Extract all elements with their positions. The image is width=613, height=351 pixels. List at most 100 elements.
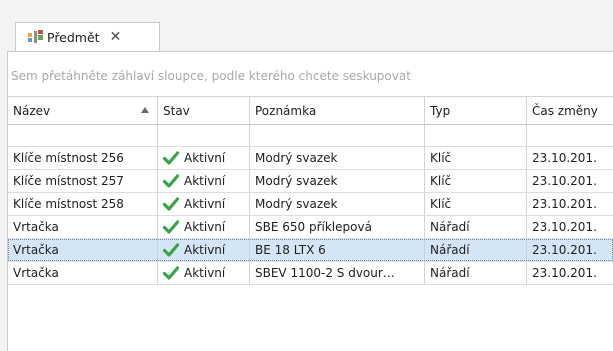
cell-name: Klíče místnost 258 (8, 193, 158, 215)
filter-cell-time[interactable] (527, 125, 613, 146)
cell-name: Vrtačka (8, 239, 158, 261)
column-header-type[interactable]: Typ (425, 97, 527, 124)
cell-type: Nářadí (425, 239, 527, 261)
cell-note: BE 18 LTX 6 (250, 239, 425, 261)
cell-state-text: Aktivní (184, 220, 226, 234)
cell-state: Aktivní (158, 147, 250, 169)
cell-type: Klíč (425, 170, 527, 192)
cell-name-text: Klíče místnost 257 (13, 174, 124, 188)
cell-state-text: Aktivní (184, 243, 226, 257)
column-header-type-label: Typ (430, 103, 451, 118)
table-row[interactable]: Klíče místnost 256 Aktivní Modrý svazek Klí… (8, 147, 613, 170)
cell-type-text: Nářadí (430, 220, 470, 234)
cell-name-text: Klíče místnost 256 (13, 151, 124, 165)
cell-state: Aktivní (158, 216, 250, 238)
cell-note: Modrý svazek (250, 170, 425, 192)
filter-cell-name[interactable] (8, 125, 158, 146)
checkmark-icon (162, 266, 180, 280)
cell-note: SBEV 1100-2 S dvour… (250, 262, 425, 284)
cell-state: Aktivní (158, 170, 250, 192)
cell-time-text: 23.10.201. (532, 266, 597, 280)
filter-cell-note[interactable] (250, 125, 425, 146)
cell-note: SBE 650 příklepová (250, 216, 425, 238)
cell-name: Klíče místnost 256 (8, 147, 158, 169)
filter-cell-type[interactable] (425, 125, 527, 146)
cell-time-text: 23.10.201. (532, 197, 597, 211)
cell-type-text: Klíč (430, 151, 452, 165)
tab-label: Předmět (47, 29, 100, 45)
cell-type: Klíč (425, 193, 527, 215)
object-icon (27, 29, 45, 45)
checkmark-icon (162, 243, 180, 257)
cell-note-text: SBEV 1100-2 S dvour… (255, 266, 395, 280)
window-top-strip (0, 0, 613, 22)
table-row[interactable]: Klíče místnost 257 Aktivní Modrý svazek Klí… (8, 170, 613, 193)
filter-cell-state[interactable] (158, 125, 250, 146)
cell-note: Modrý svazek (250, 193, 425, 215)
table-row[interactable]: Vrtačka Aktivní SBE 650 příklepová Nářadí 23… (8, 216, 613, 239)
cell-note-text: Modrý svazek (255, 174, 338, 188)
cell-state-text: Aktivní (184, 174, 226, 188)
cell-time-text: 23.10.201. (532, 174, 597, 188)
checkmark-icon (162, 174, 180, 188)
cell-name: Vrtačka (8, 216, 158, 238)
cell-name-text: Vrtačka (13, 220, 59, 234)
cell-state-text: Aktivní (184, 151, 226, 165)
cell-state: Aktivní (158, 239, 250, 261)
checkmark-icon (162, 151, 180, 165)
cell-type-text: Klíč (430, 174, 452, 188)
cell-state: Aktivní (158, 193, 250, 215)
data-grid: Sem přetáhněte záhlaví sloupce, podle kt… (8, 52, 613, 351)
column-header-name[interactable]: Název (8, 97, 158, 124)
column-header-time-label: Čas změny (532, 103, 598, 118)
checkmark-icon (162, 220, 180, 234)
left-edge-bar (0, 51, 8, 351)
column-header-time[interactable]: Čas změny (527, 97, 613, 124)
cell-name-text: Vrtačka (13, 266, 59, 280)
cell-time-text: 23.10.201. (532, 151, 597, 165)
group-by-hint: Sem přetáhněte záhlaví sloupce, podle kt… (11, 69, 411, 83)
cell-name: Klíče místnost 257 (8, 170, 158, 192)
cell-note-text: SBE 650 příklepová (255, 220, 372, 234)
tab-bar: Předmět ✕ (0, 22, 613, 52)
cell-name-text: Klíče místnost 258 (13, 197, 124, 211)
cell-time: 23.10.201. (527, 147, 613, 169)
filter-row (8, 125, 613, 147)
cell-type: Nářadí (425, 262, 527, 284)
cell-name-text: Vrtačka (13, 243, 59, 257)
cell-time-text: 23.10.201. (532, 220, 597, 234)
column-header-note-label: Poznámka (255, 103, 317, 118)
cell-type-text: Nářadí (430, 243, 470, 257)
tab-predmet[interactable]: Předmět ✕ (15, 22, 160, 51)
column-header-name-label: Název (13, 103, 51, 118)
cell-time: 23.10.201. (527, 193, 613, 215)
sort-ascending-icon (141, 107, 149, 113)
cell-type: Klíč (425, 147, 527, 169)
column-header-state-label: Stav (163, 103, 190, 118)
cell-time: 23.10.201. (527, 239, 613, 261)
cell-state-text: Aktivní (184, 197, 226, 211)
group-by-panel[interactable]: Sem přetáhněte záhlaví sloupce, podle kt… (8, 52, 613, 97)
table-row[interactable]: Vrtačka Aktivní SBEV 1100-2 S dvour… Nářadí… (8, 262, 613, 285)
column-header-state[interactable]: Stav (158, 97, 250, 124)
table-row[interactable]: Vrtačka Aktivní BE 18 LTX 6 Nářadí 23.10.201… (8, 239, 613, 262)
cell-time-text: 23.10.201. (532, 243, 597, 257)
cell-note-text: Modrý svazek (255, 151, 338, 165)
cell-time: 23.10.201. (527, 170, 613, 192)
cell-type-text: Klíč (430, 197, 452, 211)
cell-time: 23.10.201. (527, 216, 613, 238)
close-icon[interactable]: ✕ (110, 30, 122, 44)
cell-note-text: BE 18 LTX 6 (255, 243, 326, 257)
cell-note: Modrý svazek (250, 147, 425, 169)
cell-state: Aktivní (158, 262, 250, 284)
checkmark-icon (162, 197, 180, 211)
column-header-row: Název Stav Poznámka Typ Čas změny (8, 97, 613, 125)
table-row[interactable]: Klíče místnost 258 Aktivní Modrý svazek Klí… (8, 193, 613, 216)
cell-name: Vrtačka (8, 262, 158, 284)
cell-time: 23.10.201. (527, 262, 613, 284)
cell-type-text: Nářadí (430, 266, 470, 280)
cell-type: Nářadí (425, 216, 527, 238)
cell-note-text: Modrý svazek (255, 197, 338, 211)
column-header-note[interactable]: Poznámka (250, 97, 425, 124)
cell-state-text: Aktivní (184, 266, 226, 280)
